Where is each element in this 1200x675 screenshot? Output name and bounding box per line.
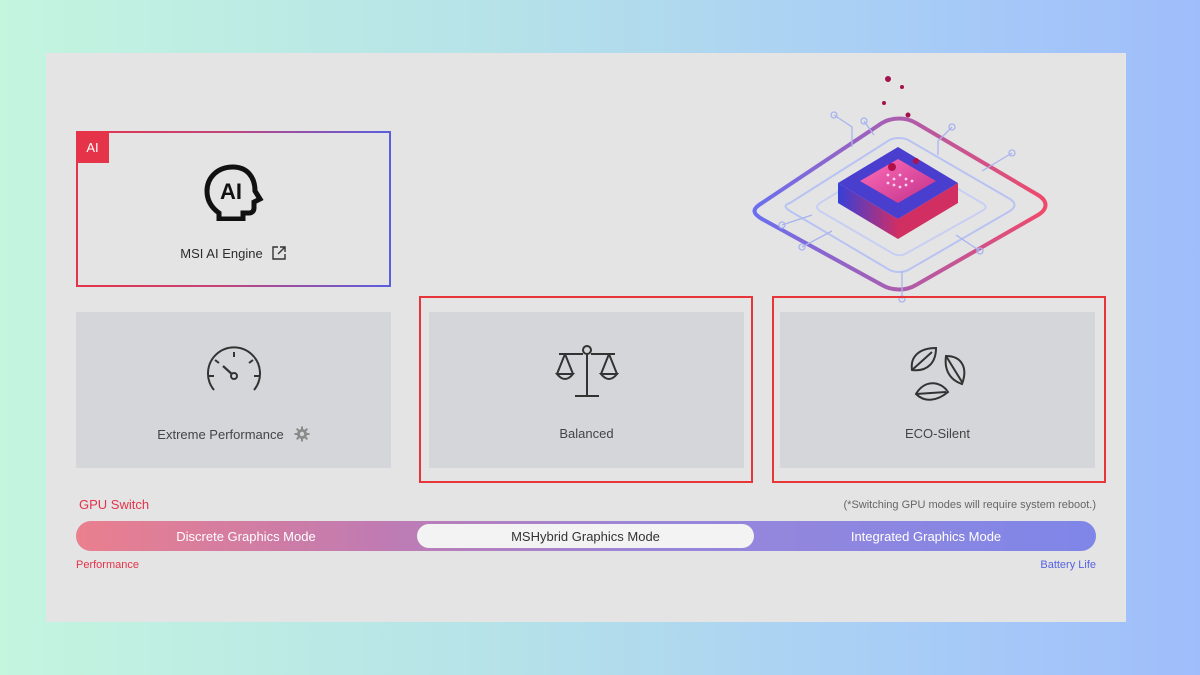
ai-badge: AI — [76, 131, 109, 163]
highlight-balanced — [419, 296, 753, 483]
ai-head-text: AI — [220, 179, 242, 204]
highlight-eco-silent — [772, 296, 1106, 483]
external-link-icon[interactable] — [271, 245, 287, 261]
gpu-mode-switch: Discrete Graphics Mode MSHybrid Graphics… — [76, 521, 1096, 551]
chip-illustration — [752, 76, 1048, 303]
gear-icon[interactable] — [294, 426, 310, 442]
gpu-switch-title: GPU Switch — [79, 497, 150, 512]
mode-card-extreme-performance[interactable]: Extreme Performance — [76, 312, 391, 468]
ai-head-icon: AI — [204, 164, 264, 221]
ai-engine-card[interactable]: AI AI MSI AI Engine — [76, 131, 391, 287]
speedometer-icon — [206, 346, 261, 391]
gpu-option-integrated[interactable]: Integrated Graphics Mode — [756, 521, 1096, 551]
gpu-label-performance: Performance — [76, 559, 139, 571]
mode-label-row: Extreme Performance — [76, 426, 391, 442]
gpu-switch-note: (*Switching GPU modes will require syste… — [843, 499, 1096, 511]
ai-engine-label-row: MSI AI Engine — [78, 245, 389, 261]
gpu-option-discrete[interactable]: Discrete Graphics Mode — [76, 521, 416, 551]
control-panel: AI AI MSI AI Engine Extreme Performance … — [46, 53, 1126, 622]
ai-engine-label: MSI AI Engine — [180, 245, 263, 261]
gpu-option-mshybrid[interactable]: MSHybrid Graphics Mode — [417, 524, 754, 548]
gpu-label-battery-life: Battery Life — [1040, 559, 1096, 571]
mode-label-extreme: Extreme Performance — [157, 426, 284, 442]
